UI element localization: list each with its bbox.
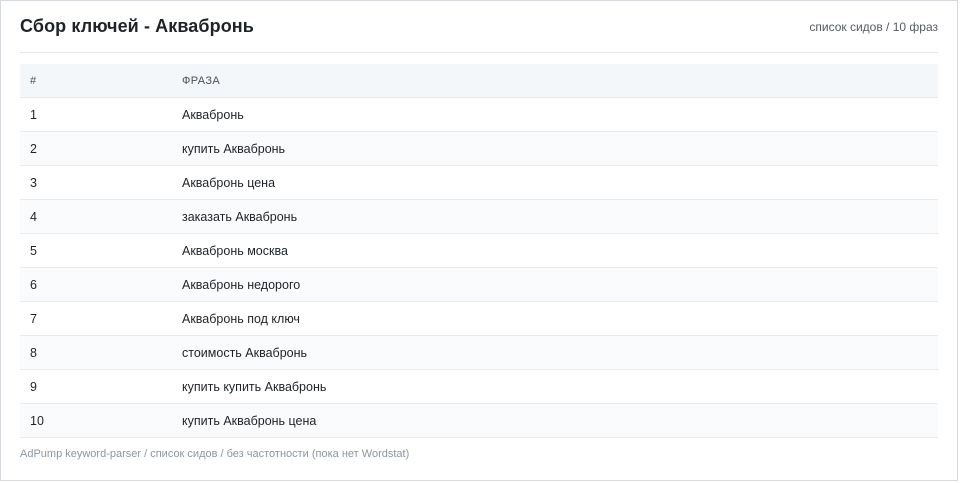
row-phrase: стоимость Аквабронь bbox=[182, 345, 308, 360]
row-number: 7 bbox=[30, 311, 37, 326]
column-header-number: # bbox=[30, 74, 37, 87]
phrases-table: # ФРАЗА 1 Аквабронь 2 купить Аквабронь 3 Аква… bbox=[20, 64, 938, 438]
table-row: 3 Аквабронь цена bbox=[20, 166, 938, 200]
table-body: 1 Аквабронь 2 купить Аквабронь 3 Аквабронь це… bbox=[20, 98, 938, 438]
table-row: 1 Аквабронь bbox=[20, 98, 938, 132]
row-phrase: купить купить Аквабронь bbox=[182, 379, 327, 394]
table-row: 6 Аквабронь недорого bbox=[20, 268, 938, 302]
table-header: # ФРАЗА bbox=[20, 64, 938, 98]
table-row: 8 стоимость Аквабронь bbox=[20, 336, 938, 370]
table-row: 4 заказать Аквабронь bbox=[20, 200, 938, 234]
table-row: 2 купить Аквабронь bbox=[20, 132, 938, 166]
table-row: 9 купить купить Аквабронь bbox=[20, 370, 938, 404]
row-phrase: Аквабронь bbox=[182, 107, 244, 122]
row-phrase: Аквабронь недорого bbox=[182, 277, 301, 292]
row-number: 9 bbox=[30, 379, 37, 394]
row-number: 4 bbox=[30, 209, 37, 224]
row-number: 5 bbox=[30, 243, 37, 258]
column-header-phrase: ФРАЗА bbox=[182, 74, 221, 87]
row-number: 1 bbox=[30, 107, 37, 122]
row-number: 3 bbox=[30, 175, 37, 190]
table-row: 5 Аквабронь москва bbox=[20, 234, 938, 268]
table-row: 10 купить Аквабронь цена bbox=[20, 404, 938, 438]
seed-count-label: список сидов / 10 фраз bbox=[809, 19, 938, 34]
row-number: 8 bbox=[30, 345, 37, 360]
row-number: 10 bbox=[30, 413, 44, 428]
row-phrase: заказать Аквабронь bbox=[182, 209, 298, 224]
row-number: 2 bbox=[30, 141, 37, 156]
table-row: 7 Аквабронь под ключ bbox=[20, 302, 938, 336]
row-phrase: купить Аквабронь цена bbox=[182, 413, 317, 428]
keyword-panel: Сбор ключей - Аквабронь список сидов / 1… bbox=[0, 0, 958, 481]
panel-header: Сбор ключей - Аквабронь список сидов / 1… bbox=[20, 1, 938, 53]
footer-note: AdPump keyword-parser / список сидов / б… bbox=[20, 448, 410, 460]
row-phrase: Аквабронь москва bbox=[182, 243, 288, 258]
row-phrase: Аквабронь под ключ bbox=[182, 311, 300, 326]
page-title: Сбор ключей - Аквабронь bbox=[20, 16, 254, 36]
row-number: 6 bbox=[30, 277, 37, 292]
row-phrase: Аквабронь цена bbox=[182, 175, 276, 190]
row-phrase: купить Аквабронь bbox=[182, 141, 286, 156]
